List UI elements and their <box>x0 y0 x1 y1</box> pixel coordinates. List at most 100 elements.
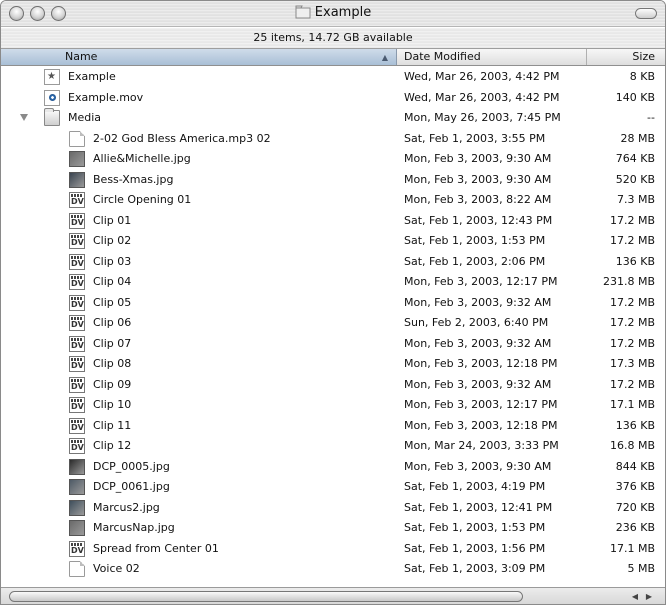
file-name: Clip 01 <box>93 214 132 227</box>
column-header-size[interactable]: Size <box>587 49 665 65</box>
file-size: 17.3 MB <box>609 357 655 370</box>
horizontal-scrollbar[interactable]: ◀ ▶ <box>1 587 665 604</box>
file-name: Media <box>68 111 102 124</box>
list-item[interactable]: 2-02 God Bless America.mp3 02 Sat, Feb 1,… <box>1 129 665 149</box>
dv-file-icon <box>69 397 85 413</box>
list-item[interactable]: Clip 06 Sun, Feb 2, 2003, 6:40 PM 17.2 MB <box>1 313 665 333</box>
list-item[interactable]: Clip 10 Mon, Feb 3, 2003, 12:17 PM 17.1 MB <box>1 395 665 415</box>
file-size: 17.2 MB <box>609 234 655 247</box>
file-name: Clip 11 <box>93 419 132 432</box>
file-name: Clip 09 <box>93 378 132 391</box>
file-size: 17.1 MB <box>609 398 655 411</box>
file-size: 140 KB <box>615 91 655 104</box>
sort-ascending-icon: ▲ <box>381 53 388 62</box>
example-file-icon <box>44 69 60 85</box>
file-name: Bess-Xmas.jpg <box>93 173 174 186</box>
status-bar: 25 items, 14.72 GB available <box>1 28 665 49</box>
dv-file-icon <box>69 336 85 352</box>
document-icon <box>69 131 85 147</box>
file-date-modified: Sat, Feb 1, 2003, 1:53 PM <box>404 521 546 534</box>
column-header-name[interactable]: Name ▲ <box>1 49 397 65</box>
file-name: Clip 04 <box>93 275 132 288</box>
disclosure-triangle-icon[interactable] <box>20 114 28 121</box>
list-item[interactable]: Clip 12 Mon, Mar 24, 2003, 3:33 PM 16.8 MB <box>1 436 665 456</box>
list-item[interactable]: Clip 04 Mon, Feb 3, 2003, 12:17 PM 231.8 M… <box>1 272 665 292</box>
file-size: 17.2 MB <box>609 214 655 227</box>
file-size: -- <box>647 111 655 124</box>
list-item[interactable]: Clip 09 Mon, Feb 3, 2003, 9:32 AM 17.2 MB <box>1 375 665 395</box>
list-item[interactable]: Bess-Xmas.jpg Mon, Feb 3, 2003, 9:30 AM 52… <box>1 170 665 190</box>
file-date-modified: Wed, Mar 26, 2003, 4:42 PM <box>404 70 560 83</box>
list-item[interactable]: Clip 01 Sat, Feb 1, 2003, 12:43 PM 17.2 MB <box>1 211 665 231</box>
dv-file-icon <box>69 418 85 434</box>
scrollbar-thumb[interactable] <box>9 591 523 602</box>
file-name: Clip 07 <box>93 337 132 350</box>
file-name: DCP_0005.jpg <box>93 460 170 473</box>
title-bar[interactable]: Example <box>1 1 665 27</box>
list-item[interactable]: Voice 02 Sat, Feb 1, 2003, 3:09 PM 5 MB <box>1 559 665 579</box>
file-name: Clip 08 <box>93 357 132 370</box>
file-date-modified: Mon, Feb 3, 2003, 12:17 PM <box>404 398 558 411</box>
dv-file-icon <box>69 295 85 311</box>
column-header-date-modified[interactable]: Date Modified <box>397 49 587 65</box>
list-item[interactable]: Clip 05 Mon, Feb 3, 2003, 9:32 AM 17.2 MB <box>1 293 665 313</box>
dv-file-icon <box>69 541 85 557</box>
file-date-modified: Mon, Feb 3, 2003, 9:30 AM <box>404 173 552 186</box>
file-size: 7.3 MB <box>616 193 655 206</box>
list-item[interactable]: Clip 07 Mon, Feb 3, 2003, 9:32 AM 17.2 MB <box>1 334 665 354</box>
file-size: 136 KB <box>615 419 655 432</box>
list-item[interactable]: Marcus2.jpg Sat, Feb 1, 2003, 12:41 PM 720… <box>1 498 665 518</box>
file-date-modified: Mon, Feb 3, 2003, 9:32 AM <box>404 337 552 350</box>
file-date-modified: Mon, Feb 3, 2003, 12:18 PM <box>404 357 558 370</box>
file-size: 520 KB <box>615 173 655 186</box>
toolbar-toggle-button[interactable] <box>635 8 657 19</box>
file-size: 28 MB <box>620 132 655 145</box>
file-name: Clip 12 <box>93 439 132 452</box>
file-date-modified: Sat, Feb 1, 2003, 1:53 PM <box>404 234 546 247</box>
file-size: 8 KB <box>629 70 655 83</box>
list-item[interactable]: Media Mon, May 26, 2003, 7:45 PM -- <box>1 108 665 128</box>
file-list: ExampleWed, Mar 26, 2003, 4:42 PM8 KBExa… <box>1 67 665 585</box>
scroll-right-arrow-icon[interactable]: ▶ <box>643 591 655 602</box>
folder-icon <box>44 108 60 126</box>
dv-file-icon <box>69 377 85 393</box>
file-date-modified: Sat, Feb 1, 2003, 12:43 PM <box>404 214 553 227</box>
window-title: Example <box>1 5 665 23</box>
file-size: 844 KB <box>615 460 655 473</box>
dv-file-icon <box>69 315 85 331</box>
file-name: Example.mov <box>68 91 144 104</box>
column-header-bar: Name ▲ Date Modified Size <box>1 49 665 66</box>
file-name: Clip 05 <box>93 296 132 309</box>
file-size: 720 KB <box>615 501 655 514</box>
list-item[interactable]: MarcusNap.jpg Sat, Feb 1, 2003, 1:53 PM 23… <box>1 518 665 538</box>
photo-thumbnail-icon <box>69 520 85 536</box>
dv-file-icon <box>69 274 85 290</box>
file-date-modified: Sat, Feb 1, 2003, 12:41 PM <box>404 501 553 514</box>
list-item[interactable]: Spread from Center 01 Sat, Feb 1, 2003, 1… <box>1 539 665 559</box>
list-item[interactable]: Example Wed, Mar 26, 2003, 4:42 PM 8 KB <box>1 67 665 87</box>
list-item[interactable]: Allie&Michelle.jpg Mon, Feb 3, 2003, 9:30… <box>1 149 665 169</box>
list-item[interactable]: DCP_0005.jpg Mon, Feb 3, 2003, 9:30 AM 844… <box>1 457 665 477</box>
scroll-left-arrow-icon[interactable]: ◀ <box>629 591 641 602</box>
file-size: 376 KB <box>615 480 655 493</box>
list-item[interactable]: DCP_0061.jpg Sat, Feb 1, 2003, 4:19 PM 376… <box>1 477 665 497</box>
photo-thumbnail-icon <box>69 459 85 475</box>
file-date-modified: Mon, Feb 3, 2003, 9:32 AM <box>404 378 552 391</box>
list-item[interactable]: Clip 03 Sat, Feb 1, 2003, 2:06 PM 136 KB <box>1 252 665 272</box>
photo-thumbnail-icon <box>69 500 85 516</box>
list-item[interactable]: Circle Opening 01 Mon, Feb 3, 2003, 8:22 … <box>1 190 665 210</box>
dv-file-icon <box>69 254 85 270</box>
list-item[interactable]: Example.mov Wed, Mar 26, 2003, 4:42 PM 140… <box>1 88 665 108</box>
list-item[interactable]: Clip 08 Mon, Feb 3, 2003, 12:18 PM 17.3 MB <box>1 354 665 374</box>
photo-thumbnail-icon <box>69 479 85 495</box>
file-date-modified: Mon, Feb 3, 2003, 8:22 AM <box>404 193 552 206</box>
file-size: 236 KB <box>615 521 655 534</box>
list-item[interactable]: Clip 11 Mon, Feb 3, 2003, 12:18 PM 136 KB <box>1 416 665 436</box>
list-item[interactable]: Clip 02 Sat, Feb 1, 2003, 1:53 PM 17.2 MB <box>1 231 665 251</box>
file-date-modified: Mon, Feb 3, 2003, 12:17 PM <box>404 275 558 288</box>
file-name: Clip 02 <box>93 234 132 247</box>
file-name: Voice 02 <box>93 562 140 575</box>
movie-file-icon <box>44 90 60 106</box>
dv-file-icon <box>69 192 85 208</box>
file-size: 17.2 MB <box>609 316 655 329</box>
